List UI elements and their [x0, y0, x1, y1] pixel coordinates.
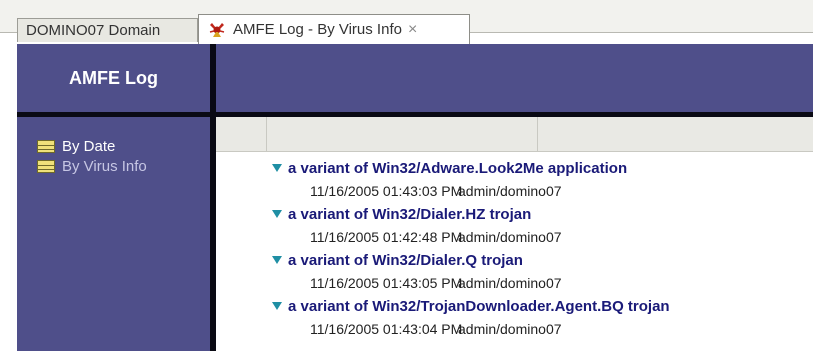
navigator-title: AMFE Log	[69, 68, 158, 88]
category-label: a variant of Win32/Adware.Look2Me applic…	[288, 159, 628, 177]
category-label: a variant of Win32/TrojanDownloader.Agen…	[288, 297, 670, 315]
category-row[interactable]: a variant of Win32/Dialer.Q trojan	[272, 249, 813, 271]
navigator-list: By Date By Virus Info	[37, 136, 147, 176]
document-row[interactable]: 11/16/2005 01:42:48 PM admin/domino07	[272, 225, 813, 249]
nav-item-label: By Date	[62, 137, 116, 155]
doc-user: admin/domino07	[458, 275, 562, 291]
view-icon	[37, 159, 55, 173]
view-rows: a variant of Win32/Adware.Look2Me applic…	[272, 157, 813, 341]
nav-item-by-virus-info[interactable]: By Virus Info	[37, 156, 147, 176]
column-header[interactable]	[538, 117, 813, 151]
nav-item-label: By Virus Info	[62, 157, 147, 175]
doc-user: admin/domino07	[458, 183, 562, 199]
tab-label: DOMINO07 Domain	[26, 22, 161, 39]
tab-label: AMFE Log - By Virus Info	[233, 21, 402, 38]
document-row[interactable]: 11/16/2005 01:43:05 PM admin/domino07	[272, 271, 813, 295]
tab-amfe-log[interactable]: AMFE Log - By Virus Info ×	[198, 14, 470, 44]
expand-twistie-icon[interactable]	[272, 256, 282, 264]
close-icon[interactable]: ×	[408, 21, 417, 39]
view-header-band	[216, 44, 813, 112]
doc-datetime: 11/16/2005 01:43:04 PM	[310, 321, 463, 337]
navigator-pane: AMFE Log By Date By Virus Info	[17, 44, 210, 351]
nav-item-by-date[interactable]: By Date	[37, 136, 147, 156]
doc-user: admin/domino07	[458, 321, 562, 337]
expand-twistie-icon[interactable]	[272, 210, 282, 218]
category-row[interactable]: a variant of Win32/TrojanDownloader.Agen…	[272, 295, 813, 317]
category-row[interactable]: a variant of Win32/Adware.Look2Me applic…	[272, 157, 813, 179]
expand-twistie-icon[interactable]	[272, 164, 282, 172]
column-header-bar	[216, 117, 813, 152]
column-header[interactable]	[267, 117, 538, 151]
category-row[interactable]: a variant of Win32/Dialer.HZ trojan	[272, 203, 813, 225]
document-row[interactable]: 11/16/2005 01:43:04 PM admin/domino07	[272, 317, 813, 341]
doc-datetime: 11/16/2005 01:43:05 PM	[310, 275, 463, 291]
tab-domino07-domain[interactable]: DOMINO07 Domain	[17, 18, 198, 42]
view-icon	[37, 139, 55, 153]
view-pane: a variant of Win32/Adware.Look2Me applic…	[216, 117, 813, 351]
document-row[interactable]: 11/16/2005 01:43:03 PM admin/domino07	[272, 179, 813, 203]
tab-strip: DOMINO07 Domain AMFE Log - By Virus Info…	[0, 0, 813, 44]
column-header[interactable]	[216, 117, 267, 151]
amfe-app-icon	[209, 22, 225, 37]
doc-user: admin/domino07	[458, 229, 562, 245]
doc-datetime: 11/16/2005 01:43:03 PM	[310, 183, 463, 199]
category-label: a variant of Win32/Dialer.HZ trojan	[288, 205, 532, 223]
expand-twistie-icon[interactable]	[272, 302, 282, 310]
category-label: a variant of Win32/Dialer.Q trojan	[288, 251, 523, 269]
doc-datetime: 11/16/2005 01:42:48 PM	[310, 229, 463, 245]
